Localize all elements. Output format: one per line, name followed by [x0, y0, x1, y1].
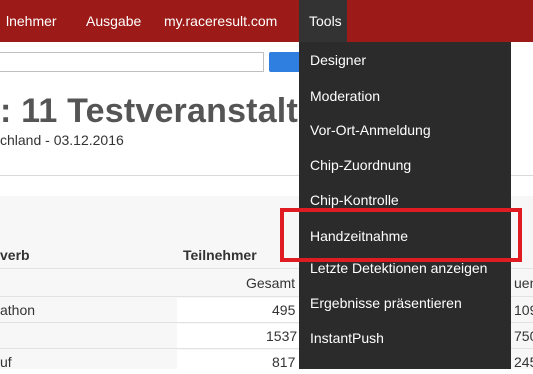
menu-item-vor-ort-anmeldung[interactable]: Vor-Ort-Anmeldung	[310, 122, 431, 138]
cell-col4: 109	[514, 302, 533, 318]
menu-item-letzte-detektionen[interactable]: Letzte Detektionen anzeigen	[310, 260, 487, 276]
menu-my-raceresult[interactable]: my.raceresult.com	[158, 0, 283, 42]
menu-item-chip-kontrolle[interactable]: Chip-Kontrolle	[310, 192, 399, 208]
highlight-box	[280, 208, 522, 262]
cell-col4: 750	[514, 328, 533, 344]
event-subtitle: chland - 03.12.2016	[0, 132, 124, 148]
menu-item-moderation[interactable]: Moderation	[310, 88, 380, 104]
cell-gesamt: 817	[272, 354, 296, 370]
event-title: : 11 Testveranstaltun	[0, 92, 340, 130]
cell-gesamt: 1537	[266, 328, 298, 344]
menu-item-instantpush[interactable]: InstantPush	[310, 330, 384, 346]
subheader-col3: uen	[514, 275, 533, 291]
cell-name: uf	[0, 354, 12, 370]
cell-gesamt: 495	[272, 302, 296, 318]
top-menu-bar: lnehmer Ausgabe my.raceresult.com Tools	[0, 0, 533, 42]
menu-ausgabe[interactable]: Ausgabe	[80, 0, 147, 42]
header-teilnehmer: Teilnehmer	[183, 247, 257, 263]
menu-tools[interactable]: Tools	[299, 0, 347, 42]
menu-item-chip-zuordnung[interactable]: Chip-Zuordnung	[310, 157, 411, 173]
subheader-gesamt: Gesamt	[246, 275, 296, 291]
cell-name: athon	[0, 302, 36, 318]
header-wettbewerb: verb	[0, 247, 30, 263]
menu-item-ergebnisse-praesentieren[interactable]: Ergebnisse präsentieren	[310, 295, 462, 311]
search-button[interactable]	[269, 52, 303, 72]
tools-dropdown: Designer Moderation Vor-Ort-Anmeldung Ch…	[299, 42, 511, 369]
menu-teilnehmer[interactable]: lnehmer	[0, 0, 63, 42]
menu-item-designer[interactable]: Designer	[310, 52, 366, 68]
search-input[interactable]	[0, 52, 264, 72]
cell-col4: 245	[514, 354, 533, 370]
